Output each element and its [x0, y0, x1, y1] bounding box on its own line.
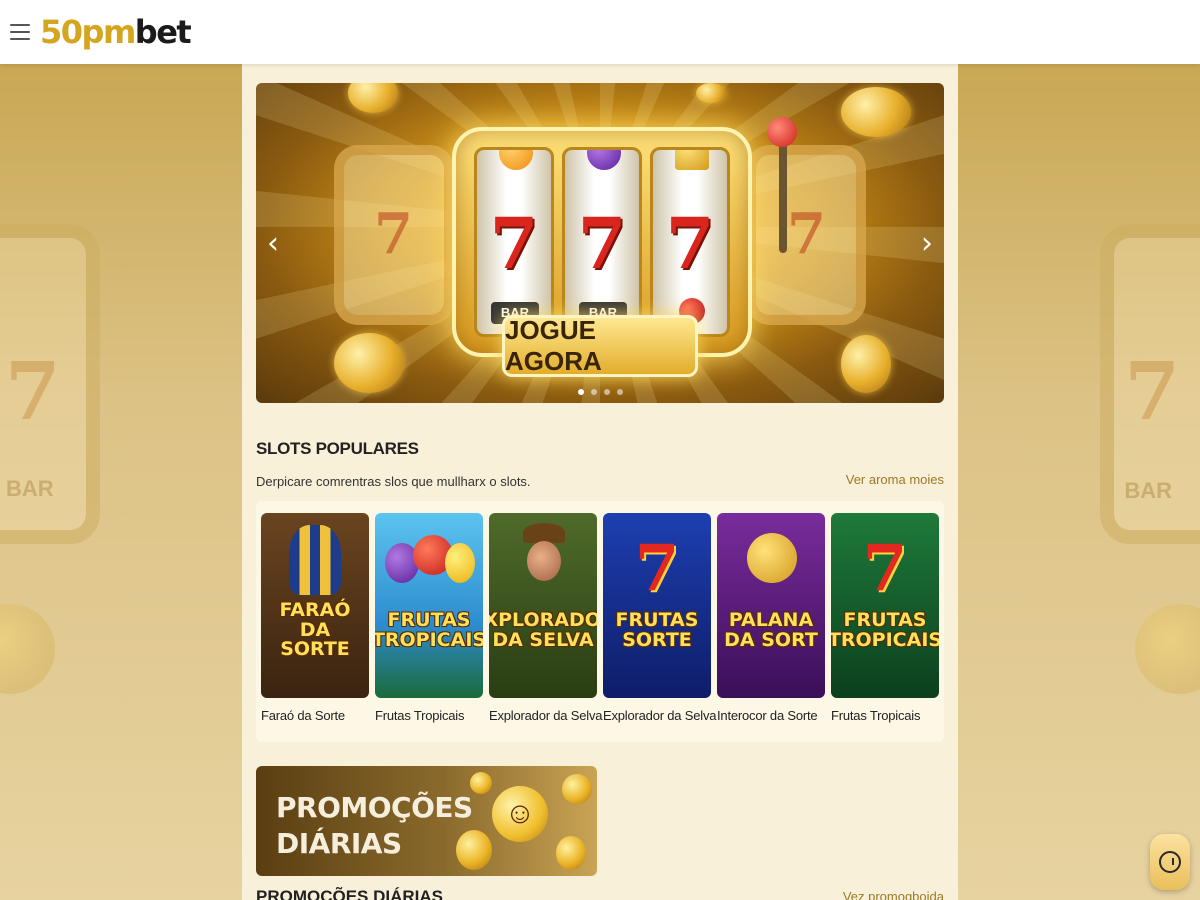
game-card-name: Frutas Tropicais: [831, 708, 921, 723]
game-card-name: Faraó da Sorte: [261, 708, 345, 723]
seven-symbol: 7: [862, 531, 908, 606]
game-card-frutas-tropicais-2[interactable]: 7 FRUTAS TROPICAIS Frutas Tropicais: [831, 513, 939, 742]
promo-coin: [456, 830, 492, 870]
plum-icon: [587, 150, 621, 170]
background-bar-symbol: BAR: [6, 476, 54, 501]
bell-icon: [675, 150, 709, 170]
site-logo[interactable]: 50pmbet: [40, 13, 192, 51]
banner-coin: [841, 335, 891, 393]
slot-lever-knob: [767, 117, 797, 147]
daily-promotions-banner[interactable]: PROMOÇÕES DIÁRIAS ☺: [256, 766, 597, 876]
banner-side-seven-right: 7: [787, 201, 826, 267]
background-decoration-right: 7 BAR: [957, 64, 1200, 900]
carousel-prev-chevron-icon[interactable]: ‹: [258, 223, 288, 263]
background-seven-symbol: 7: [5, 344, 61, 438]
seven-symbol: 7: [665, 202, 715, 285]
promo-banner-line1: PROMOÇÕES: [276, 791, 473, 824]
background-coin: [1135, 604, 1200, 694]
slot-lever: [779, 143, 787, 253]
smiling-coin-icon: ☺: [492, 786, 548, 842]
popular-slots-heading: SLOTS POPULARES: [256, 439, 419, 458]
background-coin: [0, 604, 55, 694]
game-thumbnail[interactable]: FRUTAS TROPICAIS: [375, 513, 483, 698]
promo-coin: [556, 836, 586, 870]
game-thumbnail-title: PALANA DA SORT: [724, 608, 818, 651]
chat-bubble-icon: [1159, 851, 1181, 873]
hero-banner-carousel[interactable]: 7 7 7 BAR 7 BAR 7 JOGUE AGORA ‹ ›: [256, 83, 944, 403]
game-thumbnail[interactable]: 7 FRUTAS SORTE: [603, 513, 711, 698]
game-card-name: Explorador da Selva: [489, 708, 603, 723]
game-thumbnail-title: EXPLORADOR DA SELVA: [489, 608, 597, 651]
explorer-hat-icon: [523, 523, 565, 543]
popular-slots-see-more-link[interactable]: Ver aroma moies: [846, 472, 944, 487]
carousel-dot[interactable]: [616, 389, 623, 395]
game-thumbnail-title: FRUTAS SORTE: [615, 608, 699, 651]
background-seven-symbol: 7: [1124, 344, 1180, 438]
lemon-icon: [445, 543, 475, 583]
slot-reel: 7 BAR: [474, 147, 554, 337]
live-chat-button[interactable]: [1150, 834, 1190, 890]
background-decoration-left: 7 BAR: [0, 64, 242, 900]
game-card-name: Interocor da Sorte: [717, 708, 818, 723]
game-thumbnail[interactable]: EXPLORADOR DA SELVA: [489, 513, 597, 698]
promo-banner-title: PROMOÇÕES DIÁRIAS: [276, 790, 473, 862]
promo-banner-line2: DIÁRIAS: [276, 827, 402, 860]
daily-promotions-see-more-link[interactable]: Vez promogboida: [843, 889, 944, 900]
game-card-farao-da-sorte[interactable]: FARAÓ DA SORTE Faraó da Sorte: [261, 513, 369, 742]
carousel-pagination: [256, 389, 944, 395]
game-thumbnail[interactable]: 7 FRUTAS TROPICAIS: [831, 513, 939, 698]
seven-symbol: 7: [634, 531, 680, 606]
game-card-name: Frutas Tropicais: [375, 708, 465, 723]
banner-coin: [334, 333, 404, 393]
carousel-dot[interactable]: [590, 389, 597, 395]
banner-coin: [841, 87, 911, 137]
logo-text-bet: bet: [134, 13, 192, 51]
logo-text-number: 50pm: [40, 13, 136, 51]
play-now-button[interactable]: JOGUE AGORA: [502, 315, 698, 377]
hamburger-menu-icon[interactable]: [10, 24, 30, 40]
game-thumbnail[interactable]: PALANA DA SORT: [717, 513, 825, 698]
game-card-name: Explorador da Selva: [603, 708, 717, 723]
game-thumbnail-title: FRUTAS TROPICAIS: [831, 608, 939, 651]
game-card-explorador-da-selva[interactable]: EXPLORADOR DA SELVA Explorador da Selva: [489, 513, 603, 742]
slot-reel: 7: [650, 147, 730, 337]
background-bar-symbol: BAR: [1124, 478, 1172, 503]
popular-slots-subtitle: Derpicare comrentras slos que mullharx o…: [256, 474, 531, 489]
daily-promotions-heading: PROMOÇÕES DIÁRIAS: [256, 887, 444, 900]
carousel-dot[interactable]: [603, 389, 610, 395]
game-card-frutas-tropicais[interactable]: FRUTAS TROPICAIS Frutas Tropicais: [375, 513, 483, 742]
pharaoh-icon: [289, 525, 341, 595]
game-thumbnail-title: FARAÓ DA SORTE: [279, 598, 351, 661]
site-header: 50pmbet: [0, 0, 1200, 64]
slot-reel: 7 BAR: [562, 147, 642, 337]
explorer-face-icon: [527, 541, 561, 581]
carousel-dot[interactable]: [577, 389, 584, 395]
seven-symbol: 7: [577, 202, 627, 285]
banner-coin: [696, 83, 726, 103]
promo-coin: [470, 772, 492, 794]
game-thumbnail[interactable]: FARAÓ DA SORTE: [261, 513, 369, 698]
promo-coin: [562, 774, 592, 804]
game-card-frutas-sorte[interactable]: 7 FRUTAS SORTE Explorador da Selva: [603, 513, 717, 742]
seven-symbol: 7: [489, 202, 539, 285]
golden-idol-icon: [747, 533, 797, 583]
main-content: 7 7 7 BAR 7 BAR 7 JOGUE AGORA ‹ › SLOTS …: [242, 64, 958, 900]
carousel-next-chevron-icon[interactable]: ›: [912, 223, 942, 263]
banner-side-seven-left: 7: [374, 201, 413, 267]
game-thumbnail-title: FRUTAS TROPICAIS: [375, 608, 483, 651]
game-card-palana-da-sort[interactable]: PALANA DA SORT Interocor da Sorte: [717, 513, 825, 742]
orange-icon: [499, 150, 533, 170]
popular-slots-grid: FARAÓ DA SORTE Faraó da Sorte FRUTAS TRO…: [256, 501, 944, 742]
